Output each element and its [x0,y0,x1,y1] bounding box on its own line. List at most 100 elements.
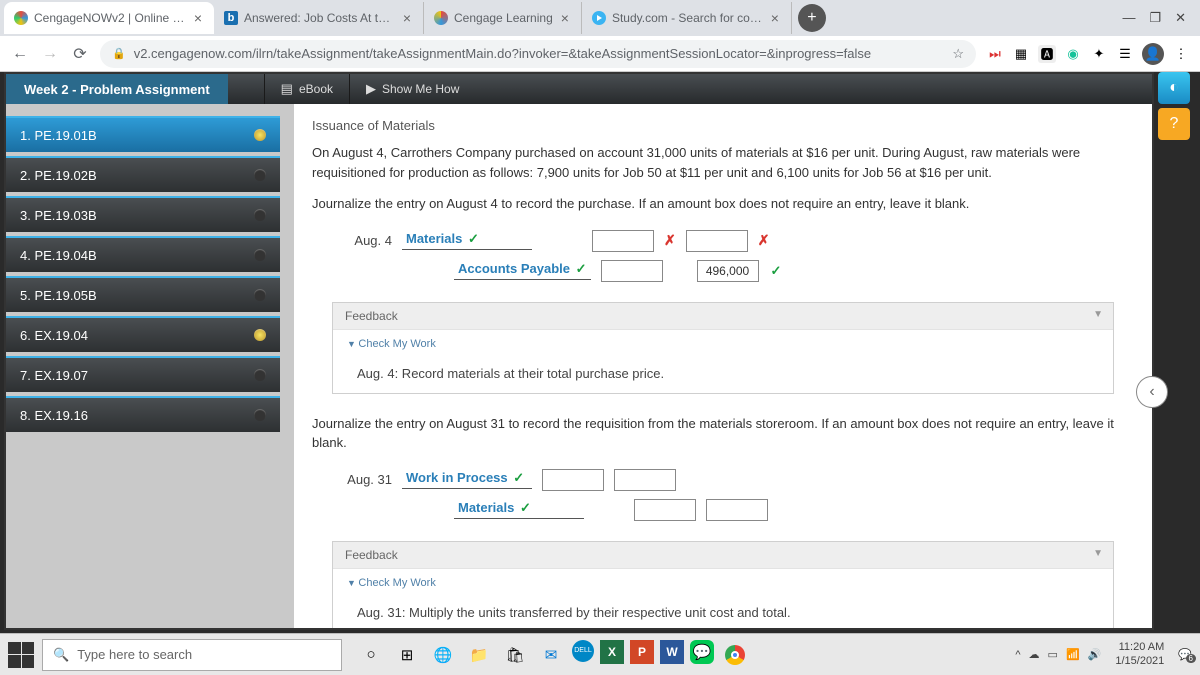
credit-amount-input[interactable] [706,499,768,521]
instruction-text-2: Journalize the entry on August 31 to rec… [312,414,1134,453]
debit-amount-input[interactable] [592,230,654,252]
search-placeholder: Type here to search [77,647,192,662]
sidebar-item-5[interactable]: 5. PE.19.05B [6,276,280,312]
back-icon[interactable]: ← [10,45,30,63]
close-icon[interactable]: × [401,10,413,26]
reload-icon[interactable]: ⟳ [70,44,90,64]
taskview-icon[interactable]: ⊞ [392,640,422,670]
question-content: Issuance of Materials On August 4, Carro… [294,104,1152,628]
lock-icon: 🔒 [112,47,126,60]
tab-cengagenow[interactable]: CengageNOWv2 | Online teachin × [4,2,214,34]
close-icon[interactable]: × [769,10,781,26]
sidebar-item-6[interactable]: 6. EX.19.04 [6,316,280,352]
tab-study[interactable]: Study.com - Search for courses, × [582,2,792,34]
clock[interactable]: 11:20 AM 1/15/2021 [1109,641,1170,667]
new-tab-button[interactable]: + [798,4,826,32]
check-icon: ✓ [513,470,524,485]
ext-icon[interactable]: 🅰 [1038,45,1056,63]
rail-help-icon[interactable]: ? [1158,108,1190,140]
puzzle-icon[interactable]: ✦ [1090,45,1108,63]
wifi-icon[interactable]: 📶 [1066,648,1080,661]
dell-icon[interactable]: DELL [572,640,594,662]
account-select-credit[interactable]: Accounts Payable ✓ [454,261,591,280]
tab-bartleby[interactable]: b Answered: Job Costs At the end × [214,2,424,34]
entry-date: Aug. 31 [340,472,392,487]
check-my-work-toggle[interactable]: Check My Work [333,568,1113,597]
star-icon[interactable]: ☆ [952,46,964,62]
chat-icon[interactable]: 💬 [690,640,714,664]
powerpoint-icon[interactable]: P [630,640,654,664]
debit-amount-input[interactable] [634,499,696,521]
battery-icon[interactable]: ▭ [1048,648,1058,661]
entry-date: Aug. 4 [340,233,392,248]
instruction-text: Journalize the entry on August 4 to reco… [312,194,1134,214]
status-dot-icon [254,169,266,181]
close-icon[interactable]: × [559,10,571,26]
cortana-icon[interactable]: ○ [356,640,386,670]
favicon-icon [434,11,448,25]
close-window-icon[interactable]: ✕ [1175,10,1186,26]
readlist-icon[interactable]: ☰ [1116,45,1134,63]
maximize-icon[interactable]: ❐ [1149,10,1161,26]
ebook-icon: ▤ [281,81,293,97]
feedback-text: Aug. 4: Record materials at their total … [333,358,1113,393]
browser-tabstrip: CengageNOWv2 | Online teachin × b Answer… [0,0,1200,36]
feedback-header[interactable]: Feedback [333,542,1113,568]
check-my-work-toggle[interactable]: Check My Work [333,329,1113,358]
credit-amount-input[interactable]: 496,000 [697,260,759,282]
grammarly-icon[interactable]: ◉ [1064,45,1082,63]
rail-app-icon[interactable]: ◐ [1158,72,1190,104]
show-me-how-button[interactable]: ▶Show Me How [349,74,475,104]
debit-amount-input[interactable] [601,260,663,282]
sidebar-item-3[interactable]: 3. PE.19.03B [6,196,280,232]
chevron-up-icon[interactable]: ^ [1015,649,1020,661]
favicon-icon [14,11,28,25]
credit-amount-input[interactable] [686,230,748,252]
onedrive-icon[interactable]: ☁ [1029,648,1040,661]
ebook-button[interactable]: ▤eBook [264,74,349,104]
menu-icon[interactable]: ⋮ [1172,45,1190,63]
sidebar-item-1[interactable]: 1. PE.19.01B [6,116,280,152]
credit-amount-input[interactable] [614,469,676,491]
account-select-debit[interactable]: Materials ✓ [402,231,532,250]
problem-text: On August 4, Carrothers Company purchase… [312,143,1134,182]
check-icon: ✓ [771,263,782,279]
word-icon[interactable]: W [660,640,684,664]
profile-icon[interactable]: 👤 [1142,43,1164,65]
explorer-icon[interactable]: 📁 [464,640,494,670]
start-button[interactable] [8,642,34,668]
chrome-icon[interactable] [720,640,750,670]
account-select-debit[interactable]: Work in Process ✓ [402,470,532,489]
assignment-header: Week 2 - Problem Assignment ▤eBook ▶Show… [6,74,1152,104]
status-dot-icon [254,409,266,421]
sidebar-item-7[interactable]: 7. EX.19.07 [6,356,280,392]
account-select-credit[interactable]: Materials ✓ [454,500,584,519]
sidebar-item-4[interactable]: 4. PE.19.04B [6,236,280,272]
notifications-icon[interactable]: 💬6 [1178,648,1192,661]
url-input[interactable]: 🔒 v2.cengagenow.com/ilrn/takeAssignment/… [100,40,976,68]
status-dot-icon [254,249,266,261]
tab-cengage[interactable]: Cengage Learning × [424,2,582,34]
favicon-icon: b [224,11,238,25]
edge-icon[interactable]: 🌐 [428,640,458,670]
windows-taskbar: 🔍 Type here to search ○ ⊞ 🌐 📁 🛍 ✉ DELL X… [0,633,1200,675]
ext-icon[interactable]: ▦ [1012,45,1030,63]
excel-icon[interactable]: X [600,640,624,664]
minimize-icon[interactable]: — [1122,10,1135,26]
sound-icon[interactable]: 🔊 [1088,648,1102,661]
close-icon[interactable]: × [192,10,204,26]
taskbar-search[interactable]: 🔍 Type here to search [42,639,342,671]
mail-icon[interactable]: ✉ [536,640,566,670]
ext-icon[interactable]: ⏭ [986,45,1004,63]
feedback-panel-1: Feedback Check My Work Aug. 4: Record ma… [332,302,1114,394]
feedback-header[interactable]: Feedback [333,303,1113,329]
check-icon: ✓ [468,231,479,246]
forward-icon[interactable]: → [40,45,60,63]
debit-amount-input[interactable] [542,469,604,491]
x-icon: ✗ [664,232,676,249]
system-tray: ^ ☁ ▭ 📶 🔊 11:20 AM 1/15/2021 💬6 [1015,641,1192,667]
sidebar-item-2[interactable]: 2. PE.19.02B [6,156,280,192]
sidebar-item-8[interactable]: 8. EX.19.16 [6,396,280,432]
address-bar: ← → ⟳ 🔒 v2.cengagenow.com/ilrn/takeAssig… [0,36,1200,72]
store-icon[interactable]: 🛍 [500,640,530,670]
